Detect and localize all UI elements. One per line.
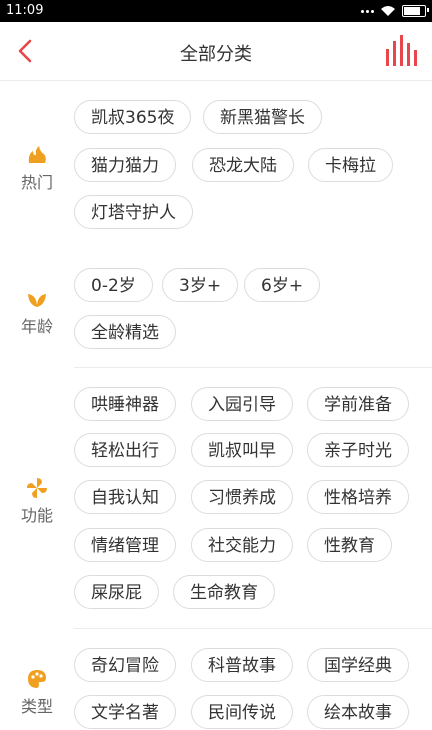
tag-item[interactable]: 绘本故事	[307, 695, 409, 729]
bar-chart-button[interactable]	[384, 34, 418, 68]
tag-item[interactable]: 文学名著	[74, 695, 176, 729]
tags-type: 奇幻冒险 科普故事 国学经典 文学名著 民间传说 绘本故事	[74, 629, 418, 729]
status-time: 11:09	[6, 3, 44, 18]
tag-item[interactable]: 3岁+	[162, 268, 239, 302]
side-label-type: 类型	[0, 667, 74, 717]
tag-item[interactable]: 轻松出行	[74, 433, 176, 467]
palette-icon	[28, 670, 46, 688]
tag-item[interactable]: 奇幻冒险	[74, 648, 176, 682]
status-icons	[361, 4, 429, 18]
tag-item[interactable]: 哄睡神器	[74, 387, 176, 421]
tag-item[interactable]: 情绪管理	[74, 528, 176, 562]
side-label-age: 年龄	[0, 287, 74, 337]
tag-item[interactable]: 民间传说	[191, 695, 293, 729]
tag-item[interactable]: 性教育	[307, 528, 392, 562]
tag-item[interactable]: 6岁+	[244, 268, 321, 302]
tag-item[interactable]: 国学经典	[307, 648, 409, 682]
section-age: 年龄 0-2岁 3岁+ 6岁+ 全龄精选	[0, 259, 432, 367]
tag-item[interactable]: 科普故事	[191, 648, 293, 682]
side-label-function: 功能	[0, 476, 74, 526]
tag-item[interactable]: 卡梅拉	[308, 148, 393, 182]
page-title: 全部分类	[180, 44, 252, 65]
nav-bar: 全部分类	[0, 22, 432, 81]
section-function: 功能 哄睡神器 入园引导 学前准备 轻松出行 凯叔叫早 亲子时光 自我认知 习惯…	[0, 368, 432, 628]
battery-icon	[402, 5, 429, 17]
tag-item[interactable]: 凯叔叫早	[191, 433, 293, 467]
side-text-hot: 热门	[20, 173, 53, 192]
tags-function: 哄睡神器 入园引导 学前准备 轻松出行 凯叔叫早 亲子时光 自我认知 习惯养成 …	[74, 368, 418, 628]
side-label-hot: 热门	[0, 143, 74, 193]
wifi-icon	[381, 6, 395, 16]
tag-item[interactable]: 亲子时光	[307, 433, 409, 467]
tag-item[interactable]: 灯塔守护人	[74, 195, 193, 229]
tag-item[interactable]: 0-2岁	[74, 268, 153, 302]
tag-item[interactable]: 入园引导	[191, 387, 293, 421]
tag-item[interactable]: 凯叔365夜	[74, 100, 192, 134]
side-text-age: 年龄	[20, 317, 53, 336]
signal-dots-icon	[361, 9, 374, 13]
bar-chart-icon	[386, 35, 417, 66]
tag-item[interactable]: 自我认知	[74, 480, 176, 514]
tag-item[interactable]: 恐龙大陆	[192, 148, 294, 182]
side-text-function: 功能	[20, 506, 53, 525]
tag-item[interactable]: 性格培养	[307, 480, 409, 514]
status-bar: 11:09	[0, 0, 432, 22]
tag-item[interactable]: 社交能力	[191, 528, 293, 562]
side-text-type: 类型	[20, 697, 53, 716]
flame-icon	[28, 146, 46, 163]
tag-item[interactable]: 新黑猫警长	[203, 100, 322, 134]
tag-item[interactable]: 学前准备	[307, 387, 409, 421]
tag-item[interactable]: 屎尿屁	[74, 575, 159, 609]
tags-age: 0-2岁 3岁+ 6岁+ 全龄精选	[74, 259, 418, 367]
pinwheel-icon	[27, 478, 47, 498]
section-type: 类型 奇幻冒险 科普故事 国学经典 文学名著 民间传说 绘本故事	[0, 629, 432, 729]
section-hot: 热门 凯叔365夜 新黑猫警长 猫力猫力 恐龙大陆 卡梅拉 灯塔守护人	[0, 81, 432, 259]
tag-item[interactable]: 生命教育	[173, 575, 275, 609]
tag-item[interactable]: 习惯养成	[191, 480, 293, 514]
tags-hot: 凯叔365夜 新黑猫警长 猫力猫力 恐龙大陆 卡梅拉 灯塔守护人	[74, 81, 418, 259]
tag-item[interactable]: 全龄精选	[74, 315, 176, 349]
tag-item[interactable]: 猫力猫力	[74, 148, 176, 182]
leaf-icon	[28, 294, 46, 307]
